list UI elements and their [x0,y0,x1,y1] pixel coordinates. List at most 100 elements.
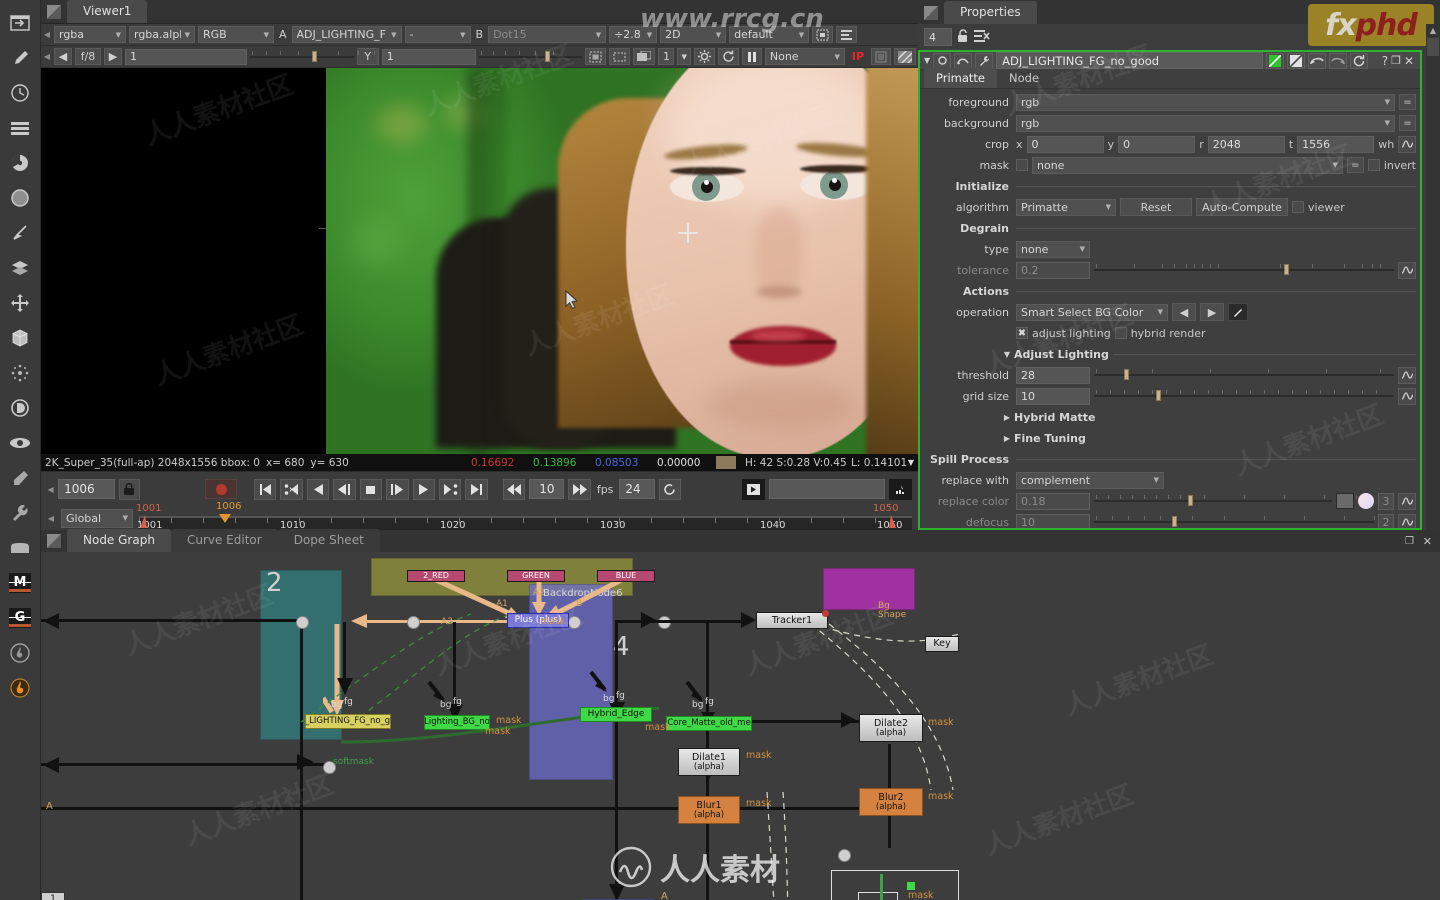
tab-dope-sheet[interactable]: Dope Sheet [277,529,380,552]
fine-tuning-disclosure-icon[interactable]: ▶ [996,434,1010,443]
archive-icon[interactable] [3,531,37,565]
alpha-channel-select[interactable]: rgba.alpha▼ [129,26,195,43]
node-blue[interactable]: BLUE [597,570,655,582]
gain-slider[interactable] [250,49,375,65]
auto-compute-button[interactable]: Auto-Compute [1196,198,1288,216]
other-icon[interactable] [3,461,37,495]
pipe-dot-6[interactable] [838,849,851,862]
crop-t-field[interactable]: 1556 [1297,135,1375,153]
collapse-arrow-icon-2[interactable]: ◀ [43,52,51,61]
loop-button[interactable] [658,478,681,500]
deep-icon[interactable] [3,391,37,425]
timeline-strip[interactable]: 1001 1010 1020 1030 1040 1050 1001 [136,501,912,531]
node-hybrid-edge[interactable]: Hybrid_Edge [580,707,652,722]
paint-icon[interactable] [3,41,37,75]
mini-node[interactable] [858,892,898,900]
filter-icon[interactable] [3,181,37,215]
3d-icon[interactable] [3,321,37,355]
crop-y-field[interactable]: 0 [1118,135,1196,153]
hybrid-matte-disclosure-icon[interactable]: ▶ [996,413,1010,422]
section-hybrid-matte[interactable]: ▶ Hybrid Matte [920,408,1416,426]
pipe-dot-1[interactable] [296,616,309,629]
downrez-carat[interactable]: ▼ [677,48,691,65]
node-blur1[interactable]: Blur1 (alpha) [678,796,740,824]
mask-enable-checkbox[interactable] [1016,159,1028,171]
skip-forward-button[interactable] [568,478,591,500]
flipbook-button[interactable] [742,478,765,500]
clipping-warning-button[interactable] [812,26,834,43]
out-point-marker[interactable]: 1050 [873,503,898,531]
adjust-lighting-checkbox[interactable]: ✖ [1016,327,1028,339]
step-back-button[interactable] [333,478,356,500]
replace-color-field[interactable]: 0.18 [1016,492,1090,510]
crop-r-field[interactable]: 2048 [1207,135,1285,153]
proxy-down-button[interactable]: ◀ [54,48,72,65]
defocus-animation-button[interactable] [1398,513,1416,528]
timeline-collapse-icon-2[interactable]: ◀ [47,514,55,523]
transform-icon[interactable] [3,286,37,320]
settings-gear-icon[interactable] [693,48,715,65]
adjust-lighting-disclosure-icon[interactable]: ▼ [996,350,1010,359]
genarts-icon[interactable]: G [3,601,37,635]
mocha-icon[interactable]: M [3,566,37,600]
pixel-analyzer-button[interactable] [871,48,892,65]
replace-color-slider[interactable] [1094,493,1357,509]
tolerance-slider[interactable] [1094,262,1394,278]
defocus-channels[interactable]: 2 [1378,513,1394,528]
next-keyframe-button[interactable] [438,478,462,500]
zoom-select[interactable]: ÷2.8 ▼ [609,26,658,43]
viewer-canvas[interactable] [41,68,918,454]
viewer-image[interactable] [326,68,918,454]
histogram-button[interactable] [889,478,912,500]
frame-lock-button[interactable] [118,478,141,500]
node-offscreen[interactable]: 1 [41,892,65,900]
pane-grip-icon[interactable] [47,5,61,19]
node-red[interactable]: 2_RED [407,570,465,582]
pause-icon[interactable] [741,48,762,65]
background-expression-button[interactable]: = [1399,115,1416,131]
ip-badge[interactable]: IP [847,48,869,65]
furnace-icon[interactable] [3,636,37,670]
pipe-dot-3[interactable] [568,616,581,629]
goto-start-button[interactable] [253,478,277,500]
enable-toggle-icon[interactable] [1265,52,1284,69]
gridsize-field[interactable]: 10 [1016,387,1090,405]
tab-primatte[interactable]: Primatte [924,68,997,88]
background-select[interactable]: rgb ▼ [1016,114,1395,132]
node-lighting-bg[interactable]: Lighting_BG_no [424,715,490,730]
replace-color-animation-button[interactable] [1398,492,1416,510]
section-adjust-lighting[interactable]: ▼ Adjust Lighting [920,345,1416,363]
roi-button[interactable] [585,48,607,65]
merge-icon[interactable] [3,251,37,285]
node-dilate2[interactable]: Dilate2 (alpha) [859,714,923,742]
threshold-field[interactable]: 28 [1016,366,1090,384]
collapse-arrow-icon[interactable]: ◀ [43,30,51,39]
tolerance-animation-button[interactable] [1398,261,1416,279]
downrez-select[interactable]: None ▼ [764,48,845,65]
skip-back-button[interactable] [502,478,526,500]
clear-all-icon[interactable] [974,29,990,46]
gridsize-slider[interactable] [1094,388,1394,404]
node-pipe-icon[interactable] [954,52,973,69]
flame-icon[interactable] [3,671,37,705]
node-graph-float-icon[interactable]: ❐ [1405,536,1414,547]
float-icon[interactable]: ❐ [1391,54,1401,67]
defocus-slider[interactable] [1094,514,1375,528]
node-graph-grip-icon[interactable] [47,534,61,548]
disable-toggle-icon[interactable] [1286,52,1305,69]
properties-scrollbar[interactable]: ▲ [1426,24,1440,530]
step-forward-button[interactable] [386,478,409,500]
properties-grip-icon[interactable] [924,6,938,20]
node-key[interactable]: Key [925,636,959,652]
node-dilate1[interactable]: Dilate1 (alpha) [678,748,740,776]
node-blur2[interactable]: Blur2 (alpha) [859,788,923,816]
display-channel-select[interactable]: RGB ▼ [198,26,274,43]
play-backward-button[interactable] [306,478,330,500]
stop-button[interactable] [359,478,383,500]
tools-icon[interactable] [3,496,37,530]
mask-expression-button[interactable]: = [1346,157,1364,173]
views-icon[interactable] [3,426,37,460]
layers-icon[interactable] [3,111,37,145]
tab-node[interactable]: Node [997,68,1051,88]
color-wheel-icon[interactable] [3,146,37,180]
